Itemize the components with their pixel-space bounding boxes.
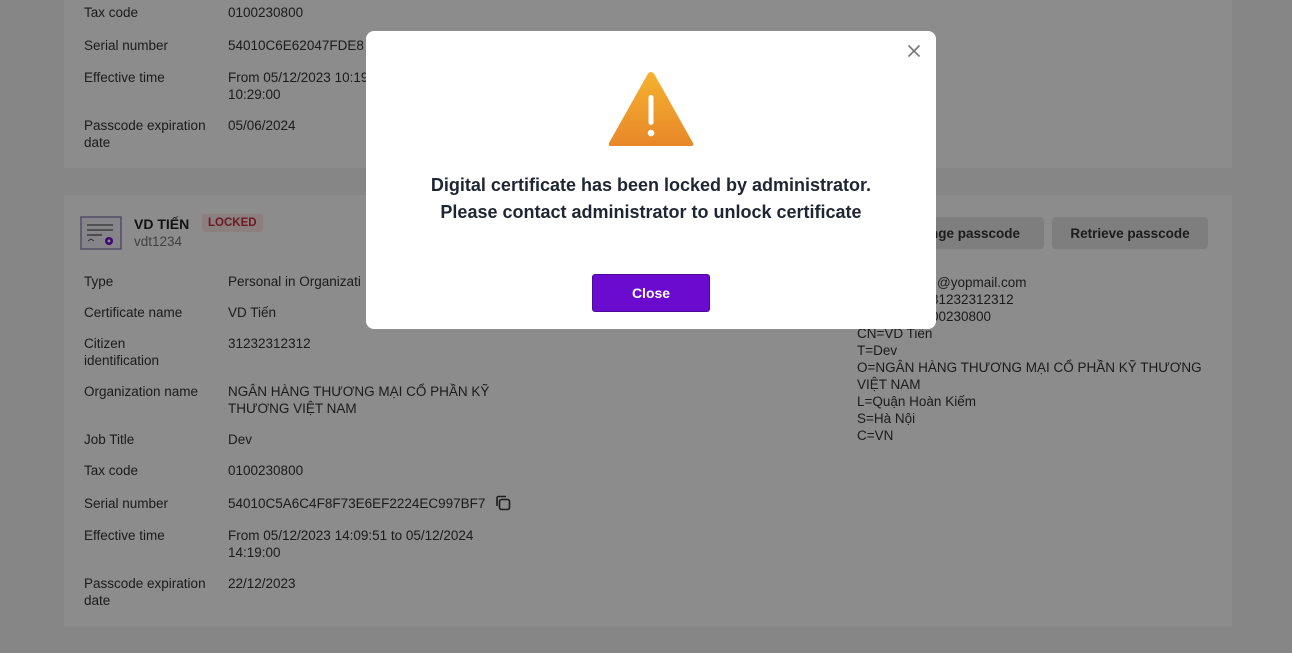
dialog-message-line-2: Please contact administrator to unlock c…	[440, 202, 862, 222]
warning-icon	[606, 69, 696, 149]
locked-certificate-dialog: Digital certificate has been locked by a…	[366, 31, 936, 329]
close-icon[interactable]	[904, 41, 924, 61]
dialog-message-line-1: Digital certificate has been locked by a…	[430, 175, 872, 195]
dialog-message: Digital certificate has been locked by a…	[366, 172, 936, 226]
close-button[interactable]: Close	[592, 274, 710, 312]
